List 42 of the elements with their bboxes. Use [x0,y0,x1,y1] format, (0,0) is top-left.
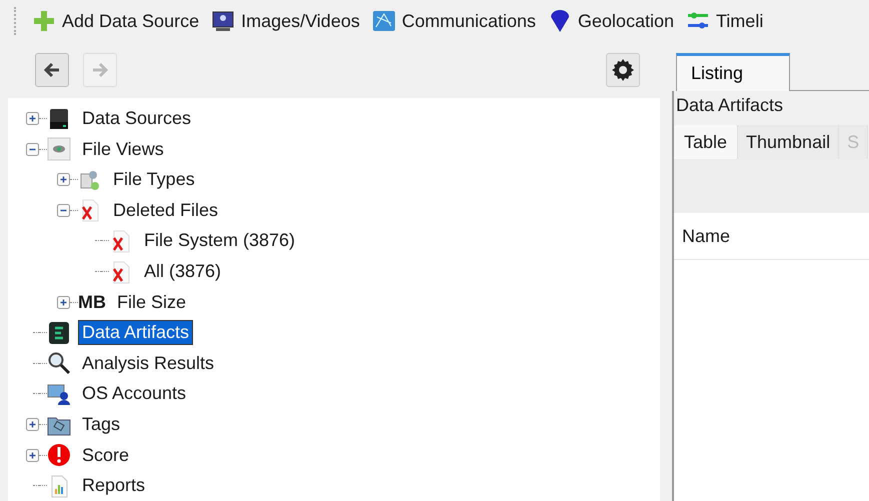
expand-toggle[interactable] [26,112,39,126]
drive-icon [47,106,71,131]
toolbar-button[interactable]: Images/Videos [211,9,360,33]
tab[interactable]: Listing [676,53,790,91]
accounts-icon [47,382,71,406]
tab[interactable]: Table [674,125,738,159]
search-icon [47,351,71,376]
monitor-icon [211,9,236,33]
tree-item[interactable]: File Views [79,138,167,161]
tree-item[interactable]: File Size [114,290,190,314]
toolbar-button[interactable]: Geolocation [548,9,674,33]
collapse-toggle[interactable] [26,142,39,156]
collapse-toggle[interactable] [57,204,70,217]
tree-item[interactable]: Reports [79,474,148,498]
settings-button[interactable] [606,53,640,88]
network-icon [372,9,396,33]
expand-toggle[interactable] [57,173,70,186]
column-header[interactable]: Name [674,226,730,246]
tree-item[interactable]: Tags [79,413,124,436]
toolbar-button[interactable]: Timeli [686,9,764,33]
tree-item[interactable]: Deleted Files [110,198,222,222]
artifacts-icon [47,320,71,345]
size-icon: MB [78,292,106,313]
plus-icon [32,9,56,33]
alert-icon [47,443,71,468]
tree-item[interactable]: Data Sources [79,107,194,130]
tree-item[interactable]: File Types [110,168,198,192]
back-button[interactable] [35,53,69,88]
tree-item[interactable]: Analysis Results [79,352,218,375]
tree-item[interactable]: Data Artifacts [79,321,192,344]
expand-toggle[interactable] [57,296,70,309]
panel-title: Data Artifacts [675,94,784,117]
toolbar-button[interactable]: Communications [372,9,536,33]
tree-item[interactable]: File System (3876) [141,229,298,252]
tree-item[interactable]: All (3876) [141,260,224,284]
tab[interactable]: Thumbnail [738,125,840,159]
settings-icon [611,58,635,82]
tree-item[interactable]: OS Accounts [79,382,190,406]
tree-item[interactable]: Score [79,444,132,467]
expand-toggle[interactable] [26,418,39,432]
expand-toggle[interactable] [26,448,39,462]
toolbar-button[interactable]: Add Data Source [32,9,200,33]
